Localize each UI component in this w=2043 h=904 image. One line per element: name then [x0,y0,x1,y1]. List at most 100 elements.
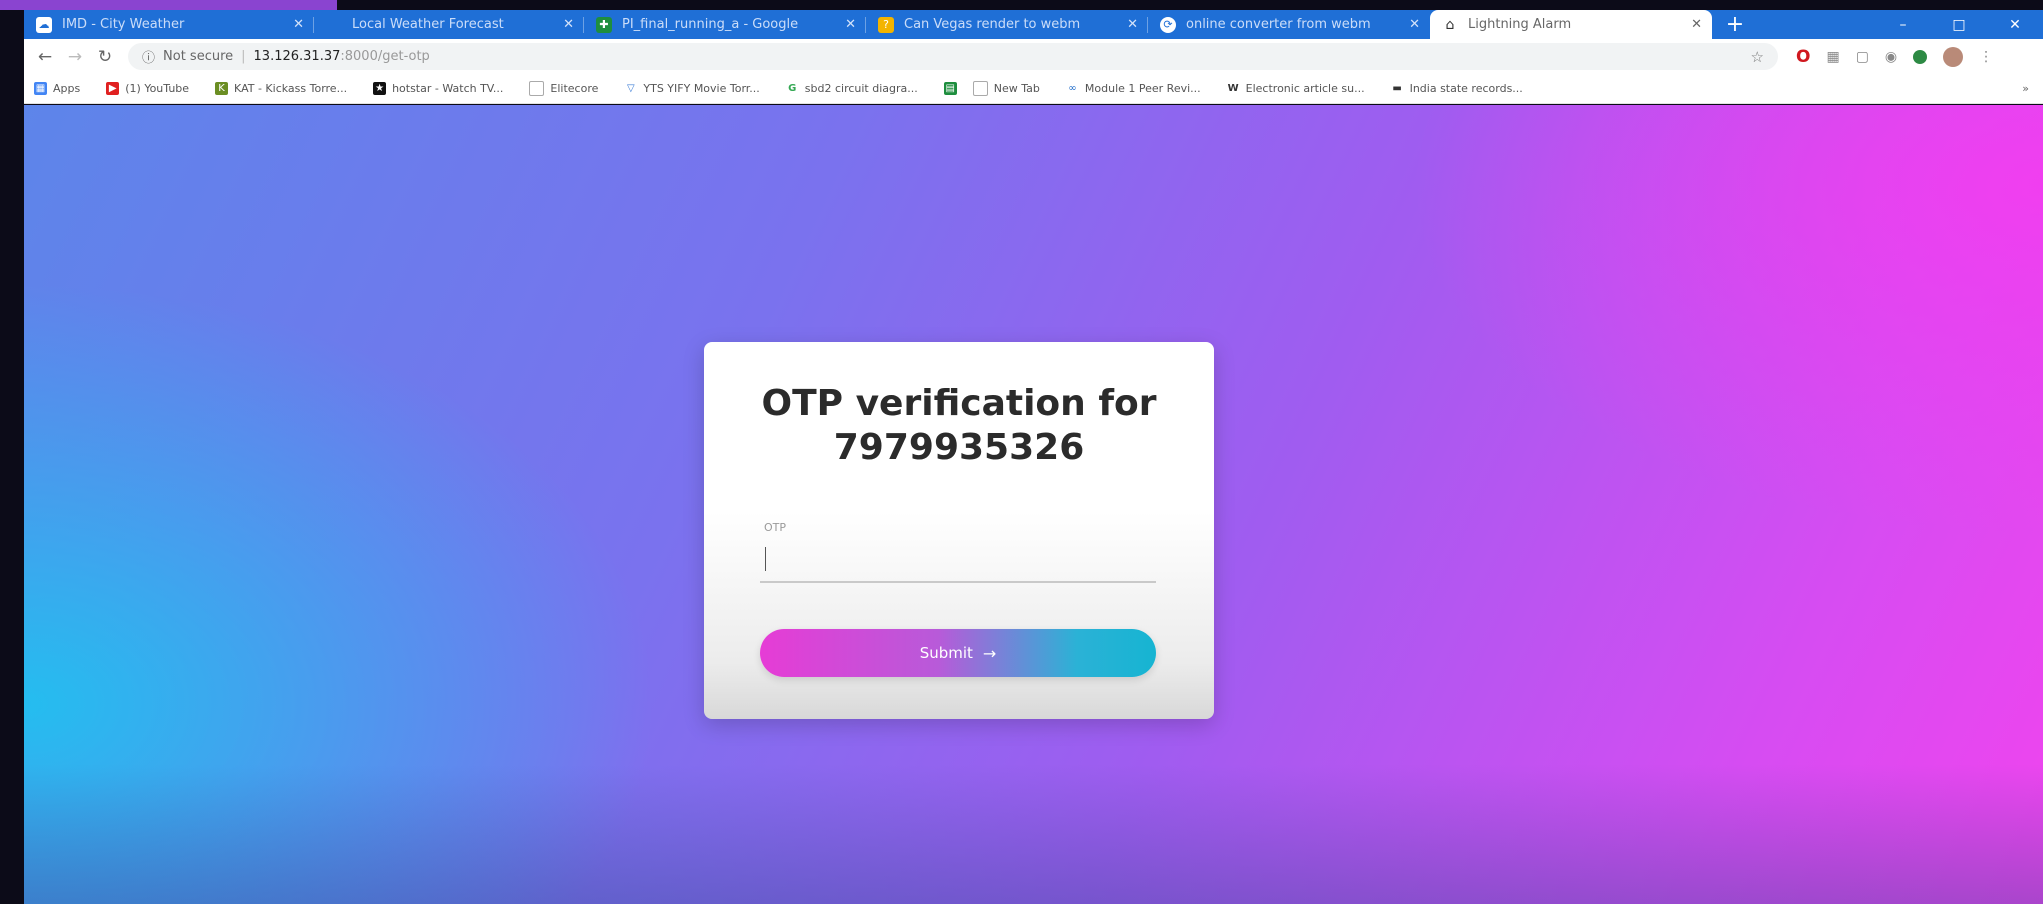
close-icon[interactable]: ✕ [1691,17,1702,32]
bookmark-label: Module 1 Peer Revi... [1084,82,1201,95]
maximize-button[interactable]: □ [1931,17,1987,33]
window-controls: – □ ✕ [1875,17,2043,33]
bookmark-label: (1) YouTube [125,82,190,95]
forward-button[interactable]: → [60,47,90,67]
page-background: OTP verification for 7979935326 OTP Subm… [24,105,2043,904]
bookmark-label: India state records... [1409,82,1523,95]
opera-icon[interactable]: O [1796,47,1810,67]
profile-avatar[interactable] [1943,46,1964,67]
bookmark-label: hotstar - Watch TV... [392,82,504,95]
corner-accent [0,0,337,10]
google-sheets-icon: ✚ [596,16,612,33]
tab-can-vegas-render[interactable]: ? Can Vegas render to webm ✕ [866,10,1148,39]
close-icon[interactable]: ✕ [563,17,574,32]
youtube-icon: ▶ [106,82,120,95]
address-bar[interactable]: ⓘ Not secure | 13.126.31.37 :8000/get-ot… [128,43,1778,70]
address-toolbar: ← → ↻ ⓘ Not secure | 13.126.31.37 :8000/… [24,39,2043,74]
bookmark-label: New Tab [993,82,1040,95]
bookmark-label: Elitecore [550,82,599,95]
bookmark-label: YTS YIFY Movie Torr... [643,82,760,95]
menu-kebab-icon[interactable]: ⋮ [1979,49,1993,65]
otp-label: OTP [764,521,787,534]
submit-button[interactable]: Submit → [760,629,1156,677]
tab-pi-final-running[interactable]: ✚ PI_final_running_a - Google ✕ [584,10,866,39]
bookmark-kat[interactable]: K KAT - Kickass Torre... [215,82,347,95]
phone-number: 7979935326 [833,427,1085,468]
tab-title: IMD - City Weather [62,17,185,32]
bookmark-new-tab[interactable]: New Tab [972,81,1040,96]
tab-lightning-alarm[interactable]: ⌂ Lightning Alarm ✕ [1430,10,1712,39]
separator: | [241,49,246,64]
submit-label: Submit [919,644,973,662]
bookmarks-bar: ▦ Apps ▶ (1) YouTube K KAT - Kickass Tor… [24,74,2043,104]
bookmark-label: Apps [53,82,81,95]
dash-icon: ▬ [1392,83,1402,94]
close-icon[interactable]: ✕ [845,17,856,32]
tab-title: Lightning Alarm [1468,17,1572,32]
close-icon[interactable]: ✕ [1127,17,1138,32]
bookmark-yts[interactable]: ▽ YTS YIFY Movie Torr... [624,82,760,95]
browser-window: ☁ IMD - City Weather ✕ Local Weather For… [24,10,2043,904]
extension-icon[interactable]: ▢ [1856,49,1869,65]
bookmark-sheets[interactable]: ▤ [943,82,963,95]
otp-card: OTP verification for 7979935326 OTP Subm… [704,342,1214,719]
sheets-icon: ▤ [943,82,957,95]
bookmark-elitecore[interactable]: Elitecore [529,81,598,96]
coursera-icon: ∞ [1068,83,1077,94]
tab-title: PI_final_running_a - Google [622,17,799,32]
tab-title: Can Vegas render to webm [904,17,1081,32]
forum-icon: ? [878,16,894,33]
back-button[interactable]: ← [30,47,60,67]
globe-icon [326,17,342,33]
wikipedia-icon: W [1227,83,1239,94]
tab-title: Local Weather Forecast [352,17,504,32]
extensions-area: O ▦ ▢ ◉ ⋮ [1796,46,1993,67]
new-tab-button[interactable]: + [1718,12,1752,37]
reload-button[interactable]: ↻ [90,47,120,67]
bookmark-india-state-records[interactable]: ▬ India state records... [1391,82,1523,95]
close-window-button[interactable]: ✕ [1987,17,2043,33]
bookmark-module-peer-review[interactable]: ∞ Module 1 Peer Revi... [1066,82,1201,95]
url-host: 13.126.31.37 [253,49,341,64]
bookmark-youtube[interactable]: ▶ (1) YouTube [106,82,189,95]
extension-green-icon[interactable] [1913,49,1928,64]
title-line-1: OTP verification for [761,383,1157,424]
google-icon: G [788,83,797,94]
bookmark-sbd2[interactable]: G sbd2 circuit diagra... [786,82,918,95]
close-icon[interactable]: ✕ [1409,17,1420,32]
bookmark-label: sbd2 circuit diagra... [804,82,918,95]
extension-icon[interactable]: ◉ [1885,49,1897,65]
info-icon[interactable]: ⓘ [142,47,155,66]
screen: ☁ IMD - City Weather ✕ Local Weather For… [0,0,2043,904]
bookmark-hotstar[interactable]: ★ hotstar - Watch TV... [373,82,503,95]
minimize-button[interactable]: – [1875,17,1931,33]
bookmark-apps[interactable]: ▦ Apps [34,82,80,95]
bookmark-star-icon[interactable]: ☆ [1751,48,1764,66]
tab-imd-city-weather[interactable]: ☁ IMD - City Weather ✕ [24,10,314,39]
bookmarks-overflow-button[interactable]: » [2022,82,2043,95]
bookmark-label: Electronic article su... [1245,82,1365,95]
security-indicator[interactable]: Not secure [163,49,233,64]
arrow-right-icon: → [982,643,997,663]
bookmark-label: KAT - Kickass Torre... [234,82,348,95]
text-cursor [765,547,766,571]
tab-title: online converter from webm [1186,17,1371,32]
yts-icon: ▽ [627,83,635,94]
extension-icon[interactable]: ▦ [1826,49,1839,65]
close-icon[interactable]: ✕ [293,17,304,32]
converter-icon: ⟳ [1160,16,1176,33]
otp-input[interactable] [760,539,1156,583]
hotstar-icon: ★ [373,82,387,95]
page-icon [529,81,545,96]
home-icon: ⌂ [1445,16,1455,33]
tab-strip: ☁ IMD - City Weather ✕ Local Weather For… [24,10,2043,39]
url-path: :8000/get-otp [340,49,430,64]
weather-icon: ☁ [36,16,52,33]
apps-grid-icon: ▦ [34,82,47,95]
tab-online-converter[interactable]: ⟳ online converter from webm ✕ [1148,10,1430,39]
page-title: OTP verification for 7979935326 [724,382,1194,470]
page-icon [972,81,988,96]
bookmark-electronic-article[interactable]: W Electronic article su... [1227,82,1365,95]
tab-local-weather-forecast[interactable]: Local Weather Forecast ✕ [314,10,584,39]
kat-icon: K [215,82,229,95]
